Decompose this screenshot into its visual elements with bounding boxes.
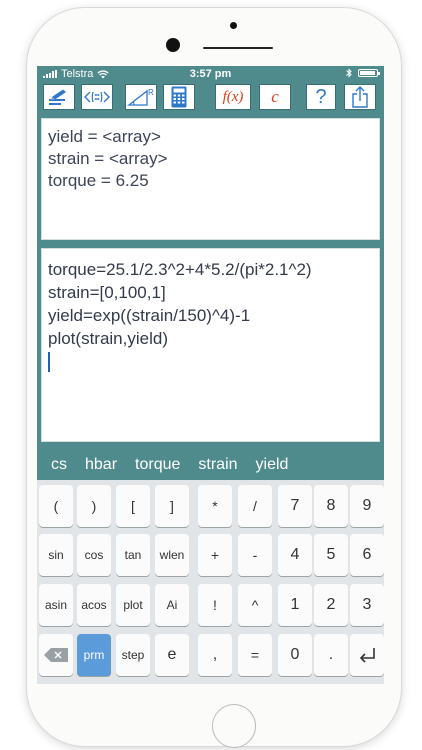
key-8[interactable]: 8 [314,485,348,527]
calculator-icon [171,86,187,108]
toolbar: R f(x) c ? [37,82,384,114]
variable-chip-torque[interactable]: torque [126,450,189,480]
input-editor[interactable]: torque=25.1/2.3^2+4*5.2/(pi*2.1^2) strai… [41,248,380,442]
key-1[interactable]: 1 [278,584,312,626]
key-minus[interactable]: - [238,534,272,576]
key-tan[interactable]: tan [116,534,150,576]
variable-bar: cs hbar torque strain yield [37,450,384,480]
key-9[interactable]: 9 [350,485,384,527]
backspace-icon [44,648,68,662]
key-plot[interactable]: plot [116,584,150,626]
key-6[interactable]: 6 [350,534,384,576]
variable-chip-hbar[interactable]: hbar [76,450,126,480]
results-pane: yield = <array> strain = <array> torque … [41,118,380,240]
key-factorial[interactable]: ! [198,584,232,626]
share-icon [352,86,368,108]
editor-line: plot(strain,yield) [48,329,168,348]
result-line: strain = <array> [48,149,168,168]
home-button[interactable] [212,704,256,748]
key-sin[interactable]: sin [39,534,73,576]
key-7[interactable]: 7 [278,485,312,527]
matrix-bracket-icon [84,91,110,103]
key-wlen[interactable]: wlen [155,534,189,576]
earpiece-speaker [203,47,273,49]
matrix-button[interactable] [81,84,113,110]
bluetooth-icon [346,68,352,78]
svg-text:R: R [148,88,154,97]
pencil-notes-icon [49,89,66,105]
help-button[interactable]: ? [306,84,336,110]
key-prm[interactable]: prm [77,634,111,676]
key-2[interactable]: 2 [314,584,348,626]
return-icon [359,648,375,663]
key-open-bracket[interactable]: [ [116,485,150,527]
constants-button[interactable]: c [259,84,291,110]
status-bar: Telstra 3:57 pm [37,66,384,82]
key-plus[interactable]: + [198,534,232,576]
variable-chip-strain[interactable]: strain [189,450,246,480]
key-acos[interactable]: acos [77,584,111,626]
editor-line: strain=[0,100,1] [48,283,166,302]
variable-chip-yield[interactable]: yield [247,450,298,480]
key-4[interactable]: 4 [278,534,312,576]
key-0[interactable]: 0 [278,634,312,676]
key-cos[interactable]: cos [77,534,111,576]
key-asin[interactable]: asin [39,584,73,626]
key-comma[interactable]: , [198,634,232,676]
app-screen: Telstra 3:57 pm R f(x) c ? yield = <arra… [37,66,384,684]
key-5[interactable]: 5 [314,534,348,576]
key-backspace[interactable] [39,634,73,676]
text-cursor [48,352,50,372]
key-3[interactable]: 3 [350,584,384,626]
front-camera [166,38,180,52]
share-button[interactable] [344,84,376,110]
editor-line: torque=25.1/2.3^2+4*5.2/(pi*2.1^2) [48,260,312,279]
keypad: ( ) [ ] * / 7 8 9 sin cos tan wlen + - 4… [37,480,384,684]
edit-notes-button[interactable] [43,84,75,110]
proximity-sensor [230,22,237,29]
key-multiply[interactable]: * [198,485,232,527]
key-open-paren[interactable]: ( [39,485,73,527]
result-line: yield = <array> [48,127,161,146]
key-power[interactable]: ^ [238,584,272,626]
functions-button[interactable]: f(x) [215,84,251,110]
key-ai[interactable]: Ai [155,584,189,626]
key-decimal[interactable]: . [314,634,348,676]
key-close-bracket[interactable]: ] [155,485,189,527]
editor-line: yield=exp((strain/150)^4)-1 [48,306,251,325]
angle-mode-button[interactable]: R [125,84,157,110]
key-divide[interactable]: / [238,485,272,527]
key-equals[interactable]: = [238,634,272,676]
key-close-paren[interactable]: ) [77,485,111,527]
key-enter[interactable] [350,634,384,676]
angle-R-icon: R [127,88,154,106]
key-step[interactable]: step [116,634,150,676]
calculator-button[interactable] [163,84,195,110]
status-time: 3:57 pm [189,68,232,80]
key-e[interactable]: e [155,634,189,676]
variable-chip-cs[interactable]: cs [37,450,76,480]
battery-icon [358,69,380,77]
result-line: torque = 6.25 [48,171,149,190]
